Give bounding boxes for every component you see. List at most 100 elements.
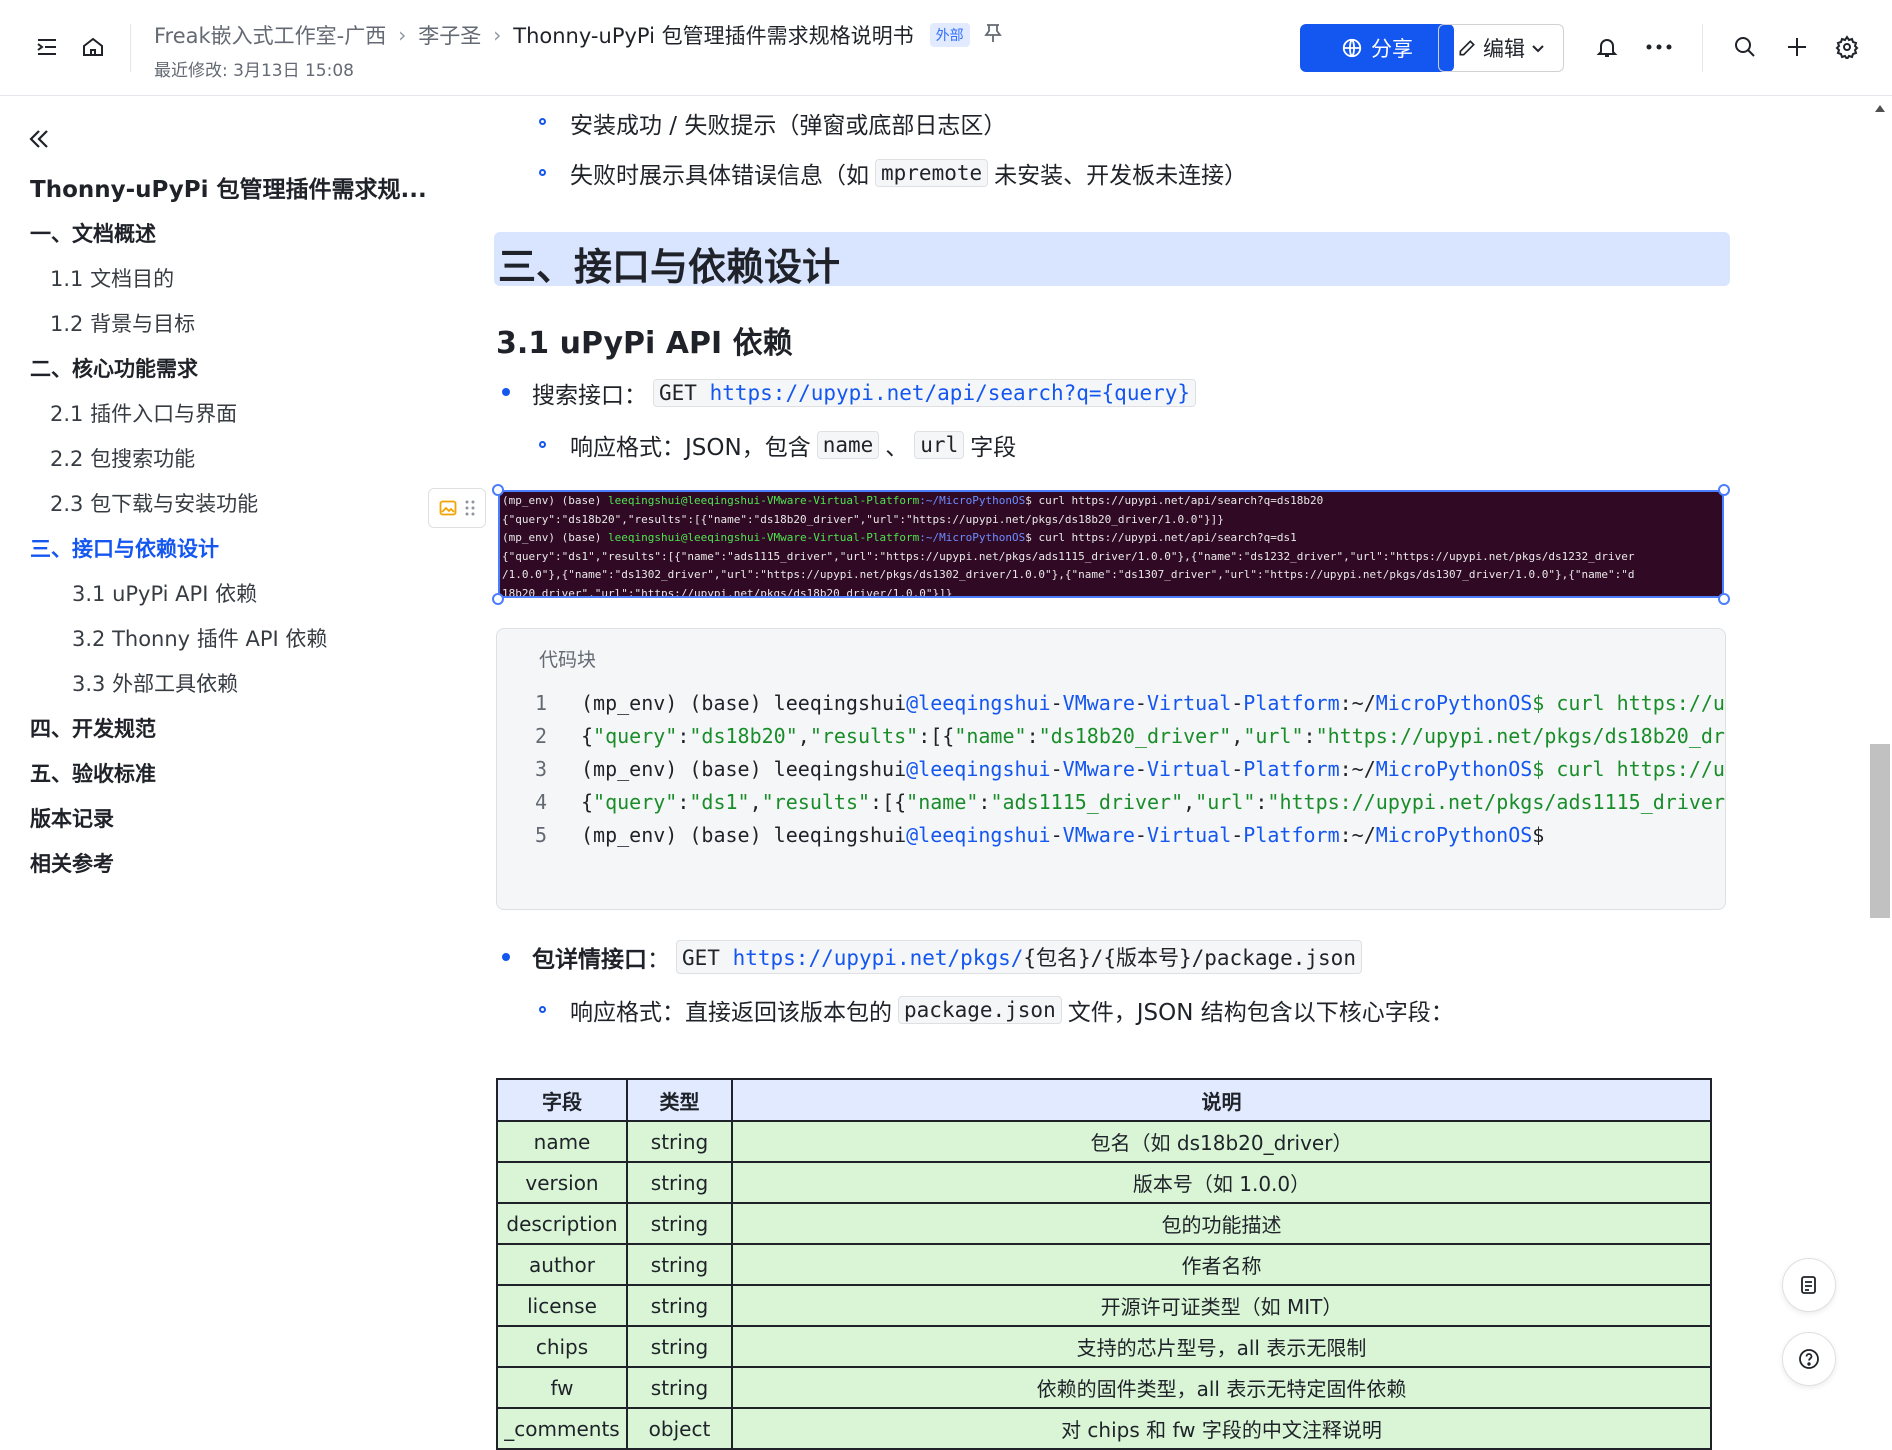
code-line: 5 (mp_env) (base) leeqingshui@leeqingshui…: [534, 823, 1545, 847]
table-cell: _comments: [496, 1407, 628, 1450]
toc-item[interactable]: 二、核心功能需求: [30, 353, 198, 383]
sidebar-doc-title[interactable]: Thonny-uPyPi 包管理插件需求规...: [30, 170, 427, 204]
bullet-dot: [539, 441, 546, 448]
pencil-icon: [1459, 40, 1475, 56]
drag-handle-icon[interactable]: [465, 499, 475, 517]
inline-code: name: [816, 431, 880, 459]
http-method: GET: [682, 946, 720, 970]
collapse-sidebar-icon[interactable]: [26, 126, 52, 156]
terminal-line: {"query":"ds1","results":[{"name":"ads11…: [502, 549, 1635, 563]
toc-item[interactable]: 1.1 文档目的: [50, 263, 174, 293]
list-item: 包详情接口： GET https://upypi.net/pkgs/{包名}/{…: [532, 940, 1368, 974]
bullet-dot: [502, 388, 510, 396]
resize-handle[interactable]: [1718, 593, 1730, 605]
toc-item[interactable]: 一、文档概述: [30, 218, 156, 248]
text: 搜索接口：: [532, 383, 647, 409]
toc-item[interactable]: 五、验收标准: [30, 758, 156, 788]
table-header-cell: 字段: [496, 1078, 628, 1122]
home-icon[interactable]: [78, 32, 108, 62]
toc-item[interactable]: 3.2 Thonny 插件 API 依赖: [72, 623, 327, 653]
search-icon[interactable]: [1730, 32, 1760, 62]
table-cell: name: [496, 1120, 628, 1163]
list-item: 安装成功 / 失败提示（弹窗或底部日志区）: [570, 113, 1007, 139]
text: 响应格式：直接返回该版本包的: [570, 1000, 892, 1026]
toc-item[interactable]: 3.3 外部工具依赖: [72, 668, 238, 698]
breadcrumb: Freak嵌入式工作室-广西 › 李子圣 › Thonny-uPyPi 包管理插…: [154, 20, 1002, 50]
table-cell: chips: [496, 1325, 628, 1368]
fields-table: 字段 类型 说明 name string 包名（如 ds18b20_driver） …: [496, 1078, 1712, 1450]
toc-item-active[interactable]: 三、接口与依赖设计: [30, 533, 219, 563]
inline-code: mpremote: [875, 159, 989, 187]
plus-icon[interactable]: [1782, 32, 1812, 62]
scroll-up-arrow-icon[interactable]: [1874, 104, 1886, 114]
chevron-right-icon: ›: [493, 23, 502, 47]
toc-item[interactable]: 相关参考: [30, 848, 114, 878]
table-cell: license: [496, 1284, 628, 1327]
gear-icon[interactable]: [1832, 32, 1862, 62]
table-cell: version: [496, 1161, 628, 1204]
toc-item[interactable]: 1.2 背景与目标: [50, 308, 195, 338]
image-block-toolbar[interactable]: [428, 488, 486, 528]
breadcrumb-current[interactable]: Thonny-uPyPi 包管理插件需求规格说明书: [513, 20, 913, 50]
breadcrumb-item[interactable]: Freak嵌入式工作室-广西: [154, 20, 386, 50]
http-method: GET: [659, 381, 697, 405]
table-cell: string: [626, 1366, 733, 1409]
edit-button[interactable]: 编辑: [1438, 24, 1564, 72]
terminal-line: (mp_env) (base) leeqingshui@leeqingshui-…: [502, 531, 1297, 544]
external-badge: 外部: [929, 23, 970, 47]
help-button[interactable]: [1782, 1332, 1836, 1386]
inline-code: GET https://upypi.net/pkgs/{包名}/{版本号}/pa…: [676, 940, 1362, 974]
terminal-line: 18b20_driver","url":"https://upypi.net/p…: [502, 586, 953, 598]
terminal-line: (mp_env) (base) leeqingshui@leeqingshui-…: [502, 494, 1324, 507]
toc-item[interactable]: 2.2 包搜索功能: [50, 443, 195, 473]
help-icon: [1799, 1349, 1819, 1369]
edit-label: 编辑: [1483, 37, 1525, 61]
table-row: fw string 依赖的固件类型，all 表示无特定固件依赖: [496, 1366, 1712, 1409]
api-link[interactable]: https://upypi.net/pkgs/: [733, 946, 1024, 970]
api-link[interactable]: https://upypi.net/api/search?q={query}: [710, 381, 1190, 405]
table-cell: author: [496, 1243, 628, 1286]
pin-icon[interactable]: [983, 23, 1002, 48]
text: 、: [885, 435, 909, 461]
code-line: 4 {"query":"ds1","results":[{"name":"ads1…: [534, 790, 1726, 814]
terminal-line: {"query":"ds18b20","results":[{"name":"d…: [502, 512, 1224, 526]
code-line: 1 (mp_env) (base) leeqingshui@leeqingshui…: [534, 691, 1725, 715]
code-block-label: 代码块: [539, 649, 597, 671]
chevron-down-icon: [1532, 45, 1544, 53]
bullet-dot: [502, 953, 510, 961]
resize-handle[interactable]: [492, 484, 504, 496]
toc-item[interactable]: 2.3 包下载与安装功能: [50, 488, 258, 518]
text: 未安装、开发板未连接）: [994, 163, 1248, 189]
terminal-screenshot[interactable]: (mp_env) (base) leeqingshui@leeqingshui-…: [498, 490, 1724, 598]
scrollbar-thumb[interactable]: [1870, 744, 1890, 918]
table-cell: object: [626, 1407, 733, 1450]
table-cell: string: [626, 1202, 733, 1245]
toc-item[interactable]: 2.1 插件入口与界面: [50, 398, 237, 428]
document-outline-button[interactable]: [1782, 1258, 1836, 1312]
last-modified: 最近修改: 3月13日 15:08: [154, 61, 354, 81]
divider: [130, 24, 131, 72]
table-row: license string 开源许可证类型（如 MIT）: [496, 1284, 1712, 1327]
more-icon[interactable]: [1644, 32, 1674, 62]
breadcrumb-item[interactable]: 李子圣: [418, 20, 481, 50]
resize-handle[interactable]: [492, 593, 504, 605]
share-button[interactable]: 分享: [1300, 24, 1454, 72]
code-block[interactable]: 代码块 1 (mp_env) (base) leeqingshui@leeqing…: [496, 628, 1726, 910]
table-cell: 版本号（如 1.0.0）: [731, 1161, 1712, 1204]
table-cell: description: [496, 1202, 628, 1245]
toc-item[interactable]: 四、开发规范: [30, 713, 156, 743]
table-cell: string: [626, 1243, 733, 1286]
list-item: 失败时展示具体错误信息（如 mpremote 未安装、开发板未连接）: [570, 156, 1247, 190]
table-cell: 包的功能描述: [731, 1202, 1712, 1245]
text-bold: 包详情接口: [532, 947, 647, 973]
table-cell: string: [626, 1325, 733, 1368]
share-label: 分享: [1371, 37, 1413, 61]
bell-icon[interactable]: [1592, 32, 1622, 62]
text: 响应格式：JSON，包含: [570, 435, 811, 461]
table-header-cell: 类型: [626, 1078, 733, 1122]
toc-item[interactable]: 版本记录: [30, 803, 114, 833]
toc-toggle-icon[interactable]: [32, 32, 62, 62]
toc-item[interactable]: 3.1 uPyPi API 依赖: [72, 578, 257, 608]
table-row: _comments object 对 chips 和 fw 字段的中文注释说明: [496, 1407, 1712, 1450]
resize-handle[interactable]: [1718, 484, 1730, 496]
